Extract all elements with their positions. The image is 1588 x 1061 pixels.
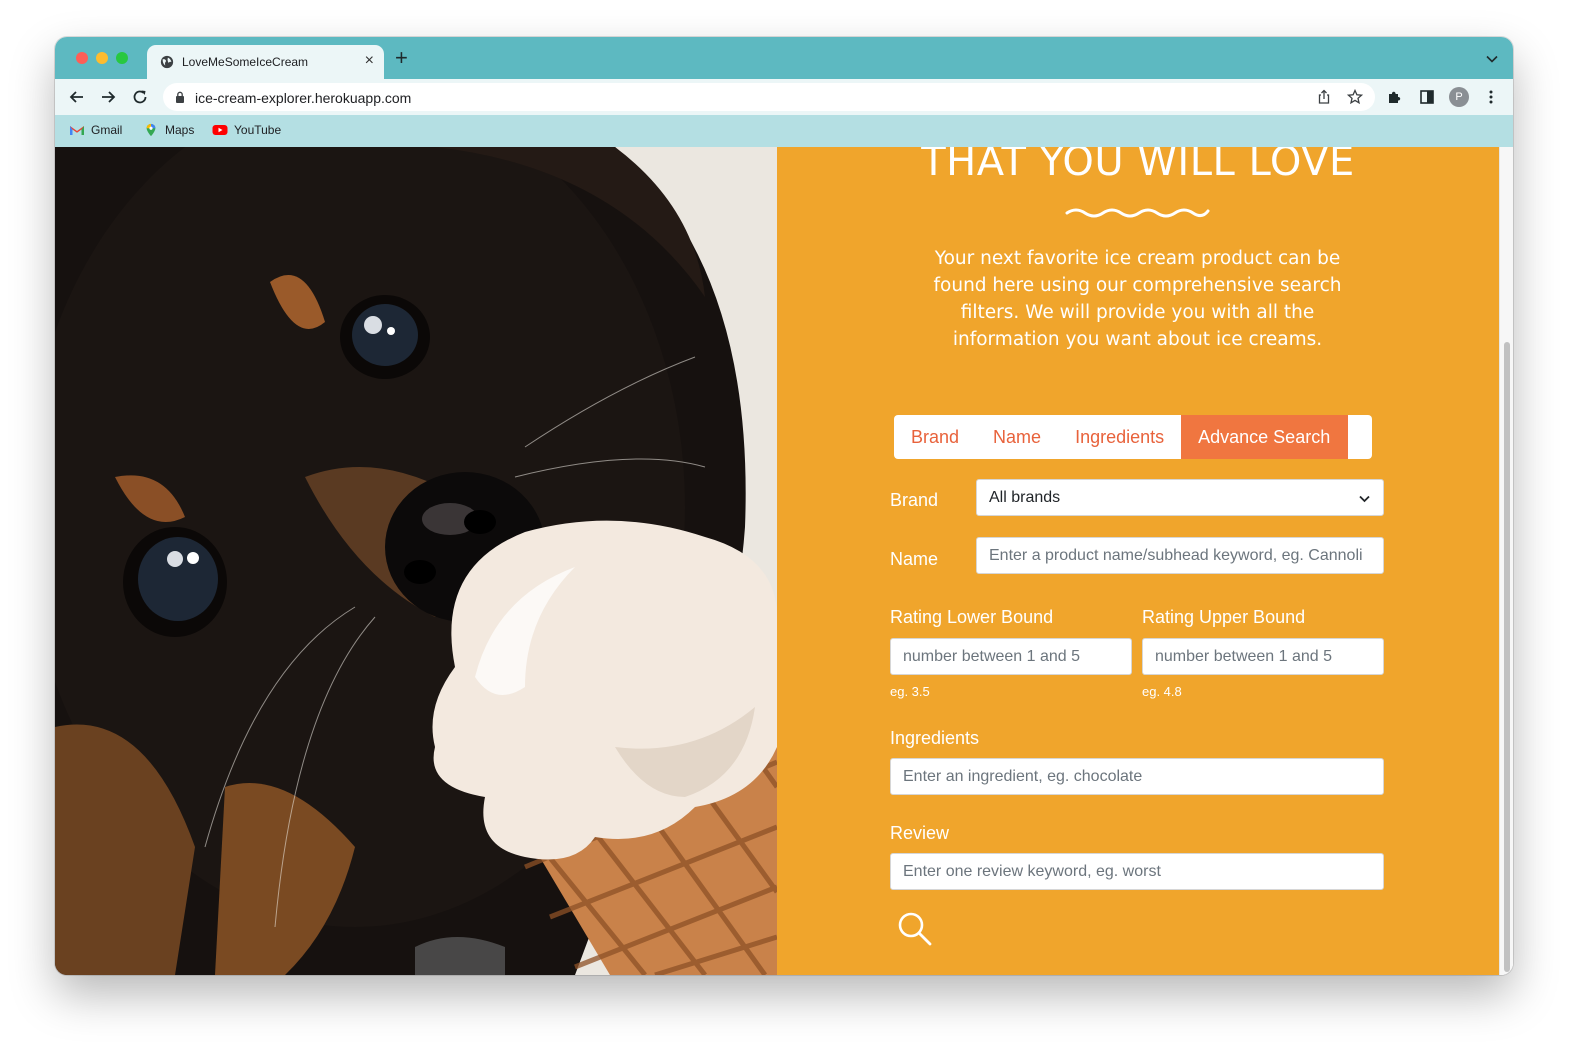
review-input[interactable] <box>890 853 1384 890</box>
bookmark-gmail[interactable]: Gmail <box>69 123 122 137</box>
bookmark-maps[interactable]: Maps <box>143 123 194 137</box>
rating-lower-input[interactable] <box>890 638 1132 675</box>
brand-label: Brand <box>890 490 939 510</box>
minimize-window-button[interactable] <box>96 52 108 64</box>
bookmarks-bar: Gmail Maps YouTube <box>55 115 1513 147</box>
bookmark-label: Maps <box>165 123 195 137</box>
forward-arrow-icon[interactable] <box>99 88 117 106</box>
maximize-window-button[interactable] <box>116 52 128 64</box>
chevron-down-icon <box>1359 495 1370 503</box>
maps-icon <box>146 123 156 137</box>
globe-icon <box>160 55 174 69</box>
search-panel: THAT YOU WILL LOVE Your next favorite ic… <box>777 147 1499 975</box>
name-input[interactable] <box>976 537 1384 574</box>
tab-name[interactable]: Name <box>976 415 1058 459</box>
dog-ice-cream-photo <box>55 147 777 975</box>
share-icon[interactable] <box>1316 89 1332 105</box>
review-label: Review <box>890 823 950 843</box>
bookmark-youtube[interactable]: YouTube <box>212 123 281 137</box>
lock-icon[interactable] <box>175 91 185 103</box>
back-arrow-icon[interactable] <box>68 88 86 106</box>
dog-ice-cream-illustration <box>55 147 777 975</box>
profile-avatar[interactable]: P <box>1449 87 1469 107</box>
address-bar[interactable]: ice-cream-explorer.herokuapp.com <box>163 83 1375 111</box>
name-label: Name <box>890 549 939 569</box>
bookmark-label: YouTube <box>234 123 282 137</box>
url-text[interactable]: ice-cream-explorer.herokuapp.com <box>195 90 411 106</box>
extensions-puzzle-icon[interactable] <box>1387 89 1403 105</box>
close-tab-icon[interactable]: × <box>365 52 374 70</box>
rating-lower-hint: eg. 3.5 <box>890 684 930 699</box>
side-panel-icon[interactable] <box>1419 89 1435 105</box>
tab-title: LoveMeSomeIceCream <box>182 55 309 69</box>
tab-brand[interactable]: Brand <box>894 415 976 459</box>
tab-ingredients[interactable]: Ingredients <box>1058 415 1181 459</box>
brand-select[interactable]: All brands <box>976 479 1384 516</box>
tab-advance-search[interactable]: Advance Search <box>1181 415 1349 459</box>
bookmark-label: Gmail <box>91 123 123 137</box>
rating-upper-input[interactable] <box>1142 638 1384 675</box>
wave-divider-icon <box>1065 208 1210 218</box>
browser-window: LoveMeSomeIceCream × + ice-cream-explore… <box>55 37 1513 975</box>
browser-toolbar: ice-cream-explorer.herokuapp.com P <box>55 79 1513 115</box>
more-menu-icon[interactable] <box>1483 89 1499 105</box>
reload-icon[interactable] <box>131 88 149 106</box>
bookmark-star-icon[interactable] <box>1347 89 1363 105</box>
hero-intro: Your next favorite ice cream product can… <box>933 248 1342 350</box>
rating-upper-hint: eg. 4.8 <box>1142 684 1182 699</box>
ingredients-input[interactable] <box>890 758 1384 795</box>
tab-search-chevron-icon[interactable] <box>1485 52 1499 66</box>
rating-lower-label: Rating Lower Bound <box>890 607 1054 627</box>
tab-strip: LoveMeSomeIceCream × + <box>55 37 1513 79</box>
page-content: THAT YOU WILL LOVE Your next favorite ic… <box>55 147 1513 975</box>
rating-upper-label: Rating Upper Bound <box>1142 607 1306 627</box>
youtube-icon <box>212 125 228 135</box>
scrollbar-thumb[interactable] <box>1504 342 1510 972</box>
search-mode-tabs: Brand Name Ingredients Advance Search <box>894 415 1372 459</box>
page-scrollbar[interactable] <box>1499 147 1513 975</box>
gmail-icon <box>70 126 84 135</box>
search-icon[interactable] <box>896 910 934 948</box>
new-tab-button[interactable]: + <box>395 47 408 69</box>
browser-tab[interactable]: LoveMeSomeIceCream × <box>147 45 384 79</box>
hero-headline: THAT YOU WILL LOVE <box>921 147 1355 185</box>
ingredients-label: Ingredients <box>890 728 980 748</box>
close-window-button[interactable] <box>76 52 88 64</box>
brand-select-value: All brands <box>989 489 1061 506</box>
